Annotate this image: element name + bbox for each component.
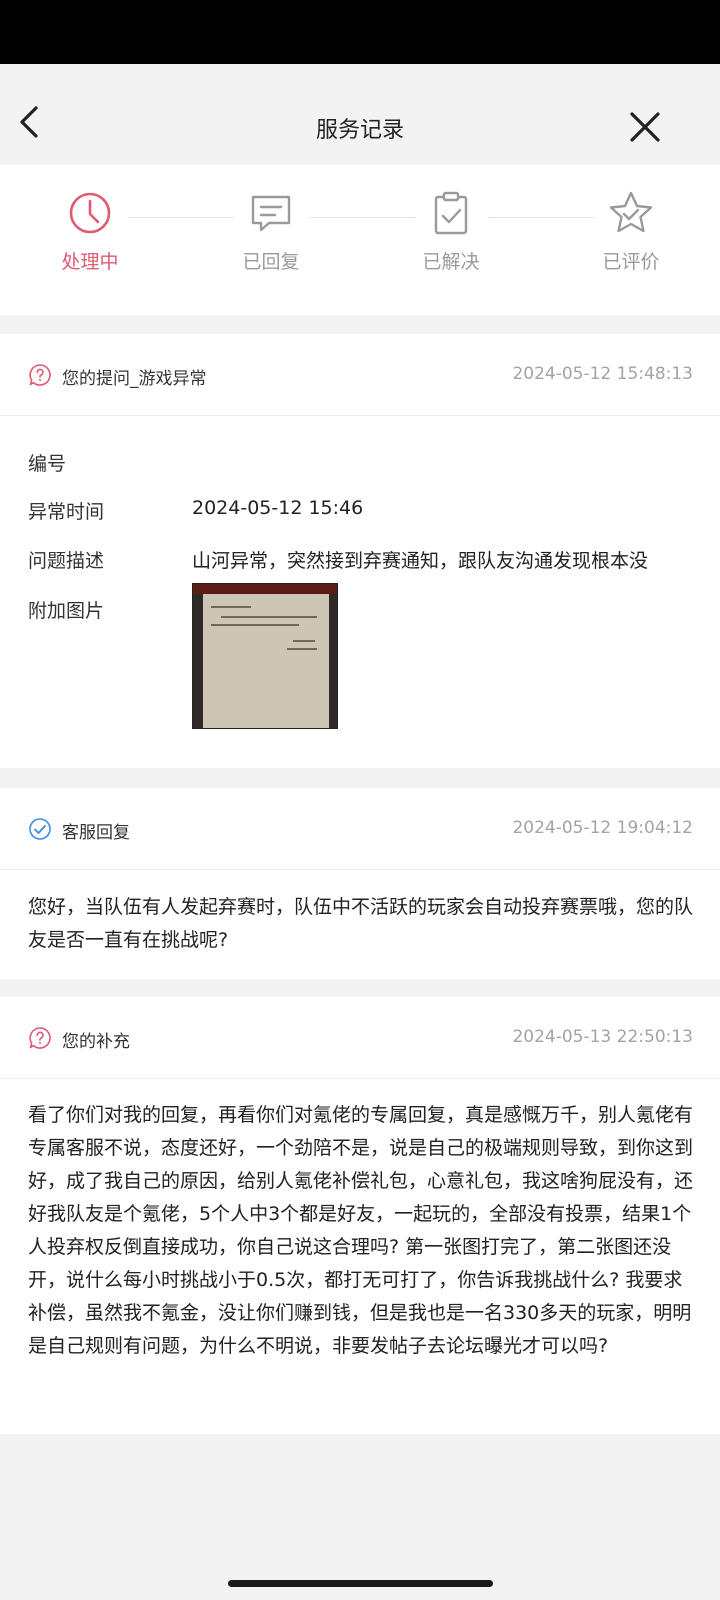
thumbnail-paper (203, 594, 329, 728)
exception-time-value: 2024-05-12 15:46 (192, 497, 364, 519)
exception-time-label: 异常时间 (28, 501, 105, 523)
reply-card: 客服回复 2024-05-12 19:04:12 您好，当队伍有人发起弃赛时，队… (0, 788, 720, 979)
step-label: 处理中 (61, 251, 119, 273)
question-title: 您的提问_游戏异常 (62, 369, 207, 389)
question-mark-icon (29, 1027, 51, 1049)
home-indicator[interactable] (228, 1580, 493, 1587)
check-badge-icon (29, 818, 51, 840)
question-mark-icon (29, 364, 51, 386)
reply-title: 客服回复 (62, 823, 130, 843)
top-nav-bar: 服务记录 (0, 64, 720, 165)
message-icon (251, 195, 291, 232)
close-icon[interactable] (628, 110, 662, 144)
description-value: 山河异常，突然接到弃赛通知，跟队友沟通发现根本没 (192, 550, 649, 572)
reply-time: 2024-05-12 19:04:12 (512, 818, 693, 838)
thumbnail-title-bar (193, 584, 337, 594)
clock-icon (69, 192, 111, 234)
step-label: 已解决 (422, 251, 480, 273)
step-resolved: 已解决 (396, 189, 506, 274)
step-label: 已回复 (242, 251, 300, 273)
star-icon (609, 191, 653, 233)
step-processing: 处理中 (35, 189, 145, 274)
question-time: 2024-05-12 15:48:13 (512, 364, 693, 384)
id-label: 编号 (28, 453, 67, 475)
page-title: 服务记录 (315, 118, 404, 143)
supplement-card: 您的补充 2024-05-13 22:50:13 看了你们对我的回复，再看你们对… (0, 997, 720, 1434)
step-replied: 已回复 (216, 189, 326, 274)
step-label: 已评价 (602, 251, 660, 273)
attached-image-label: 附加图片 (28, 600, 105, 622)
reply-text: 您好，当队伍有人发起弃赛时，队伍中不活跃的玩家会自动投弃赛票哦，您的队友是否一直… (28, 896, 694, 951)
step-rated: 已评价 (576, 189, 686, 274)
reply-header: 客服回复 2024-05-12 19:04:12 (0, 788, 720, 870)
clipboard-check-icon (434, 191, 468, 235)
supplement-header: 您的补充 2024-05-13 22:50:13 (0, 997, 720, 1079)
status-bar (0, 0, 720, 64)
attached-image-thumbnail[interactable] (192, 583, 338, 729)
supplement-title: 您的补充 (62, 1032, 130, 1052)
description-label: 问题描述 (28, 550, 105, 572)
supplement-time: 2024-05-13 22:50:13 (512, 1027, 693, 1047)
question-header: 您的提问_游戏异常 2024-05-12 15:48:13 (0, 334, 720, 416)
supplement-text: 看了你们对我的回复，再看你们对氪佬的专属回复，真是感慨万千，别人氪佬有专属客服不… (28, 1104, 694, 1357)
progress-steps: 处理中 已回复 已解决 已评价 (0, 165, 720, 315)
